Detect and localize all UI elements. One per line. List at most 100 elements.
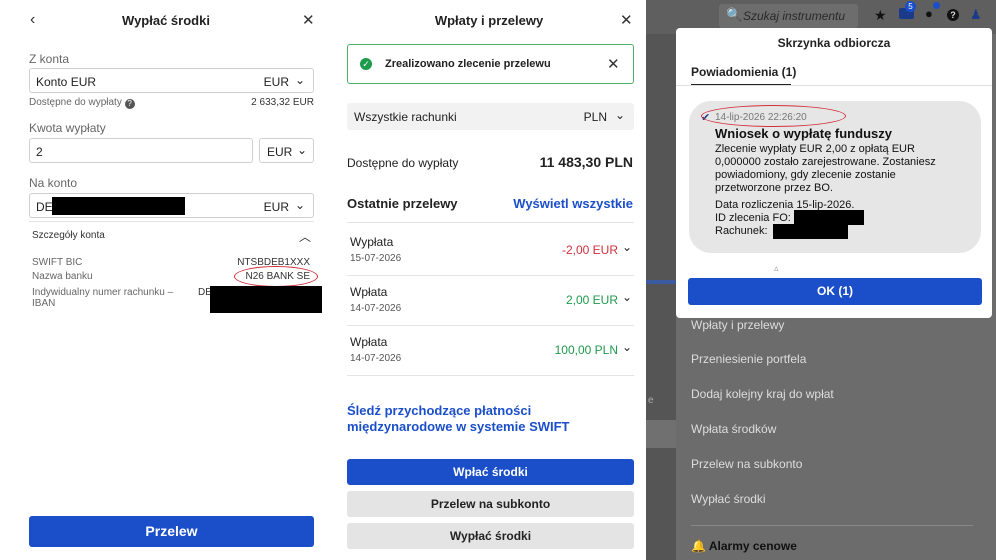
divider: [29, 221, 314, 222]
redaction: [210, 286, 322, 313]
menu-item[interactable]: Wpłaty i przelewy: [691, 318, 784, 332]
chevron-down-icon: ⌄: [621, 240, 632, 254]
deposit-button[interactable]: Wpłać środki: [347, 459, 634, 485]
divider: [691, 525, 973, 526]
background-text: e: [648, 395, 654, 406]
from-account-label: Z konta: [29, 52, 70, 66]
transfer-row[interactable]: Wpłata 14-07-2026 2,00 EUR ⌄: [347, 277, 634, 325]
amount-currency-select[interactable]: EUR ⌄: [259, 138, 314, 163]
account-label: Rachunek:: [715, 225, 768, 237]
to-account-value: DE: [36, 200, 53, 214]
chevron-down-icon: ⌄: [621, 290, 632, 304]
transfer-date: 15-07-2026: [350, 253, 402, 264]
divider: [347, 222, 634, 223]
message-title: Wniosek o wypłatę funduszy: [715, 126, 892, 141]
ok-button[interactable]: OK (1): [688, 278, 982, 305]
divider: [347, 275, 634, 276]
highlight-ellipse: [234, 266, 318, 287]
bell-icon[interactable]: ●: [925, 6, 933, 21]
chevron-down-icon: ⌄: [294, 73, 305, 87]
success-message: Zrealizowano zlecenie przelewu: [385, 58, 551, 70]
chevron-up-icon[interactable]: ︿: [299, 228, 311, 245]
to-account-select[interactable]: DE EUR ⌄: [29, 193, 314, 218]
notifications-tab[interactable]: Powiadomienia (1): [691, 65, 796, 79]
menu-item[interactable]: Wypłać środki: [691, 492, 766, 506]
from-account-value: Konto EUR: [36, 75, 97, 89]
to-account-currency: EUR: [263, 200, 289, 214]
transfer-type: Wpłata: [350, 285, 388, 299]
transfer-amount: -2,00 EUR: [561, 243, 618, 257]
inbox-modal: Skrzynka odbiorcza Powiadomienia (1) ✔ 1…: [676, 28, 992, 318]
chevron-down-icon: ⌄: [621, 340, 632, 354]
search-placeholder: Szukaj instrumentu: [743, 9, 846, 23]
bell-icon: 🔔: [691, 539, 706, 553]
inbox-panel: 🔍 Szukaj instrumentu ★ 5 ● ? ♟ e Wpłaty …: [646, 0, 996, 560]
menu-item[interactable]: Przeniesienie portfela: [691, 352, 806, 366]
background-accent: [646, 280, 676, 284]
user-icon[interactable]: ♟: [970, 7, 982, 23]
highlight-ellipse: [701, 105, 846, 127]
transfer-date: 14-07-2026: [350, 303, 402, 314]
available-value: 11 483,30 PLN: [539, 154, 633, 170]
close-icon[interactable]: ✕: [607, 55, 620, 73]
subaccount-transfer-button[interactable]: Przelew na subkonto: [347, 491, 634, 517]
available-label: Dostępne do wypłaty ?: [29, 97, 135, 109]
message-body: Zlecenie wypłaty EUR 2,00 z opłatą EUR 0…: [715, 143, 936, 194]
divider: [676, 85, 992, 86]
transfer-type: Wypłata: [350, 235, 394, 249]
check-circle-icon: ✓: [360, 58, 372, 70]
recent-transfers-title: Ostatnie przelewy: [347, 196, 458, 211]
page-title: Wypłać środki: [122, 13, 210, 28]
success-banner: ✓ Zrealizowano zlecenie przelewu ✕: [347, 44, 634, 84]
help-icon[interactable]: ?: [947, 9, 959, 21]
withdraw-panel: ‹ Wypłać środki ✕ Z konta Konto EUR EUR …: [0, 0, 332, 560]
available-value: 2 633,32 EUR: [251, 97, 314, 108]
view-all-link[interactable]: Wyświetl wszystkie: [513, 196, 633, 211]
withdraw-button[interactable]: Wypłać środki: [347, 523, 634, 549]
page-title: Wpłaty i przelewy: [434, 13, 544, 28]
amount-value: 2: [36, 145, 43, 159]
price-alerts-item[interactable]: 🔔 Alarmy cenowe: [691, 539, 797, 553]
redaction: [773, 224, 848, 239]
detail-label: SWIFT BIC: [32, 257, 83, 268]
search-input[interactable]: 🔍 Szukaj instrumentu: [719, 4, 858, 28]
chevron-down-icon: ⌄: [296, 143, 307, 157]
background-strip: [646, 34, 676, 560]
mail-badge: 5: [905, 1, 916, 12]
amount-input[interactable]: 2: [29, 138, 253, 163]
available-label: Dostępne do wypłaty: [347, 156, 459, 170]
transfer-button[interactable]: Przelew: [29, 516, 314, 547]
notification-dot: [933, 2, 940, 9]
close-icon[interactable]: ✕: [302, 11, 315, 29]
star-icon[interactable]: ★: [874, 7, 887, 24]
amount-currency: EUR: [267, 145, 293, 159]
redaction: [52, 197, 185, 215]
search-icon: 🔍: [726, 7, 743, 22]
detail-label: Nazwa banku: [32, 271, 93, 282]
detail-label: Indywidualny numer rachunku – IBAN: [32, 287, 174, 309]
amount-label: Kwota wypłaty: [29, 121, 106, 135]
transfer-type: Wpłata: [350, 335, 388, 349]
account-details-title: Szczegóły konta: [32, 230, 105, 241]
from-account-select[interactable]: Konto EUR EUR ⌄: [29, 68, 314, 93]
message-card[interactable]: ✔ 14-lip-2026 22:26:20 Wniosek o wypłatę…: [689, 101, 981, 253]
menu-item[interactable]: Wpłata środków: [691, 422, 776, 436]
account-currency: PLN: [583, 110, 607, 124]
menu-item[interactable]: Dodaj kolejny kraj do wpłat: [691, 387, 834, 401]
swift-tracking-link[interactable]: Śledź przychodzące płatności międzynarod…: [347, 403, 597, 435]
menu-item[interactable]: Przelew na subkonto: [691, 457, 802, 471]
chevron-down-icon: ⌄: [294, 198, 305, 212]
transfer-amount: 2,00 EUR: [565, 293, 618, 307]
background-row: [646, 420, 676, 448]
to-account-label: Na konto: [29, 176, 78, 190]
close-icon[interactable]: ✕: [620, 11, 633, 29]
transfer-row[interactable]: Wypłata 15-07-2026 -2,00 EUR ⌄: [347, 225, 634, 275]
transfer-amount: 100,00 PLN: [554, 343, 618, 357]
help-icon[interactable]: ?: [124, 99, 135, 109]
from-account-currency: EUR: [263, 75, 289, 89]
redaction: [794, 210, 864, 225]
account-select-value: Wszystkie rachunki: [354, 110, 457, 124]
account-select[interactable]: Wszystkie rachunki PLN ⌄: [347, 103, 634, 130]
divider: [347, 325, 634, 326]
transfer-row[interactable]: Wpłata 14-07-2026 100,00 PLN ⌄: [347, 327, 634, 375]
